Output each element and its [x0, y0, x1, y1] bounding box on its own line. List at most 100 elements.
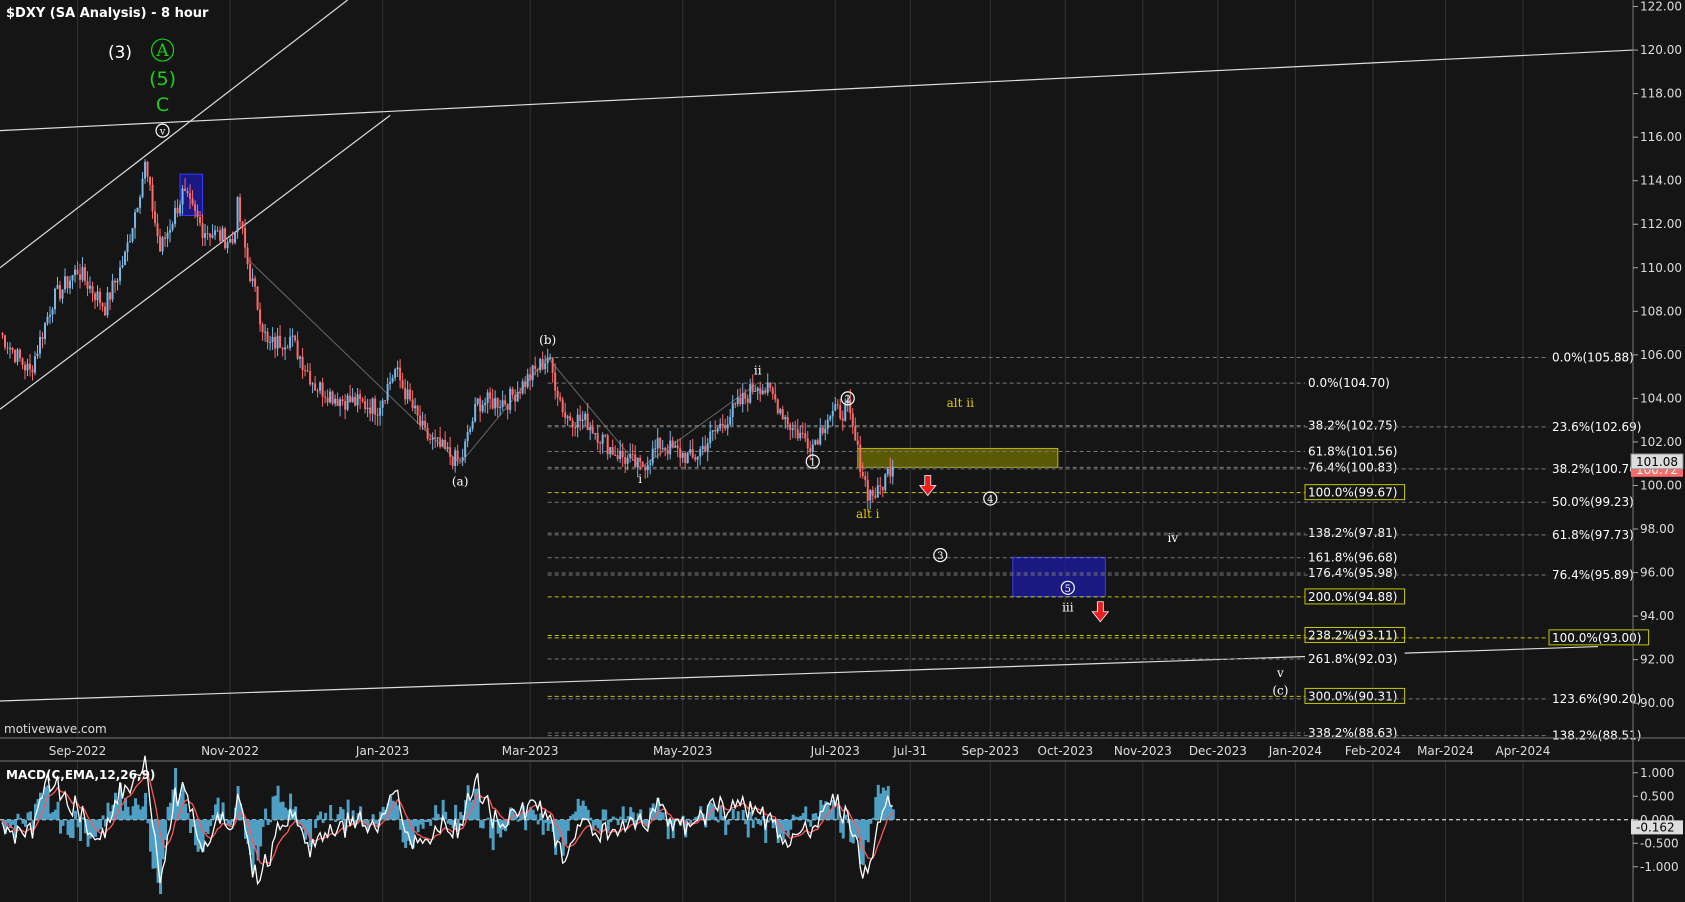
- candle-body: [306, 370, 309, 372]
- candle-body: [791, 428, 794, 430]
- candle-body: [414, 405, 417, 409]
- candle-body: [36, 353, 39, 357]
- candle-body: [141, 178, 144, 198]
- macd-histogram-bar: [74, 810, 78, 820]
- candle-body: [416, 405, 419, 416]
- candle-body: [139, 197, 142, 208]
- fib-right-label: 76.4%(95.89): [1552, 568, 1634, 582]
- candle-body: [444, 439, 447, 449]
- candle-body: [1, 333, 4, 336]
- candle-body: [836, 404, 839, 406]
- candle-body: [451, 456, 454, 466]
- x-tick-label: Sep-2022: [49, 744, 107, 758]
- candle-body: [116, 280, 119, 283]
- candle-body: [526, 374, 529, 387]
- candle-body: [429, 439, 432, 441]
- candle-body: [406, 389, 409, 400]
- price-chart[interactable]: 0.0%(104.70)38.2%(102.75)61.8%(101.56)76…: [0, 0, 1685, 902]
- candle-body: [194, 204, 197, 211]
- candle-body: [664, 448, 667, 450]
- candle-body: [171, 224, 174, 230]
- macd-histogram-bar: [616, 819, 620, 825]
- candle-body: [74, 269, 77, 276]
- candle-body: [586, 413, 589, 431]
- candle-body: [301, 356, 304, 371]
- candle-body: [96, 291, 99, 301]
- y-tick-label: 122.00: [1640, 0, 1682, 14]
- candle-body: [341, 399, 344, 402]
- wave-label: ii: [754, 363, 762, 377]
- macd-histogram-bar: [341, 809, 345, 820]
- candle-body: [134, 212, 137, 229]
- macd-histogram-bar: [61, 819, 65, 826]
- wave-label: iii: [1062, 601, 1074, 615]
- candle-body: [824, 428, 827, 434]
- candle-body: [711, 430, 714, 432]
- candle-body: [241, 221, 244, 228]
- macd-histogram-bar: [614, 817, 618, 820]
- macd-histogram-bar: [29, 811, 33, 820]
- fib-right-label: 0.0%(105.88): [1552, 350, 1634, 364]
- candle-body: [531, 365, 534, 381]
- candle-body: [149, 176, 152, 185]
- candle-body: [816, 440, 819, 445]
- candle-body: [726, 424, 729, 429]
- candle-body: [26, 363, 29, 371]
- macd-histogram-bar: [164, 819, 168, 841]
- candle-body: [156, 223, 159, 237]
- candle-body: [211, 235, 214, 238]
- wave-label: iv: [1168, 531, 1179, 545]
- candle-body: [266, 331, 269, 343]
- candle-body: [181, 188, 184, 205]
- candle-body: [729, 416, 732, 425]
- candle-body: [751, 384, 754, 392]
- fib-right-label: 123.6%(90.20): [1552, 692, 1641, 706]
- macd-histogram-bar: [71, 819, 75, 839]
- candle-body: [609, 447, 612, 455]
- candle-body: [861, 472, 864, 477]
- candle-body: [166, 232, 169, 239]
- macd-histogram-bar: [524, 819, 528, 831]
- candle-body: [699, 449, 702, 457]
- candle-body: [204, 233, 207, 238]
- candle-body: [514, 394, 517, 402]
- candle-body: [154, 211, 157, 224]
- candle-body: [471, 421, 474, 429]
- candle-body: [604, 434, 607, 436]
- candle-body: [739, 397, 742, 405]
- candle-body: [434, 437, 437, 439]
- candle-body: [559, 397, 562, 400]
- candle-body: [639, 457, 642, 463]
- wave-label: (a): [452, 474, 469, 488]
- fib-left-label: 61.8%(101.56): [1308, 445, 1397, 459]
- macd-histogram-bar: [454, 804, 458, 820]
- candle-body: [741, 393, 744, 405]
- candle-body: [576, 414, 579, 428]
- candle-body: [361, 399, 364, 402]
- candle-body: [854, 426, 857, 441]
- candle-body: [694, 457, 697, 460]
- candle-body: [721, 423, 724, 426]
- candle-body: [86, 281, 89, 289]
- candle-body: [669, 440, 672, 455]
- macd-histogram-bar: [609, 819, 613, 823]
- candle-body: [456, 450, 459, 461]
- macd-histogram-bar: [329, 805, 333, 820]
- candle-body: [39, 336, 42, 354]
- candle-body: [809, 448, 812, 452]
- candle-body: [401, 380, 404, 388]
- candle-body: [61, 289, 64, 299]
- candle-body: [784, 416, 787, 420]
- candle-body: [859, 444, 862, 473]
- candle-body: [631, 454, 634, 456]
- macd-histogram-bar: [624, 819, 628, 823]
- macd-histogram-bar: [731, 809, 735, 820]
- candle-body: [119, 267, 122, 281]
- candle-body: [461, 457, 464, 461]
- macd-histogram-bar: [24, 819, 28, 827]
- y-tick-label: 108.00: [1640, 304, 1682, 318]
- candle-body: [366, 407, 369, 409]
- candle-body: [716, 428, 719, 432]
- candle-body: [626, 457, 629, 464]
- candle-body: [441, 439, 444, 447]
